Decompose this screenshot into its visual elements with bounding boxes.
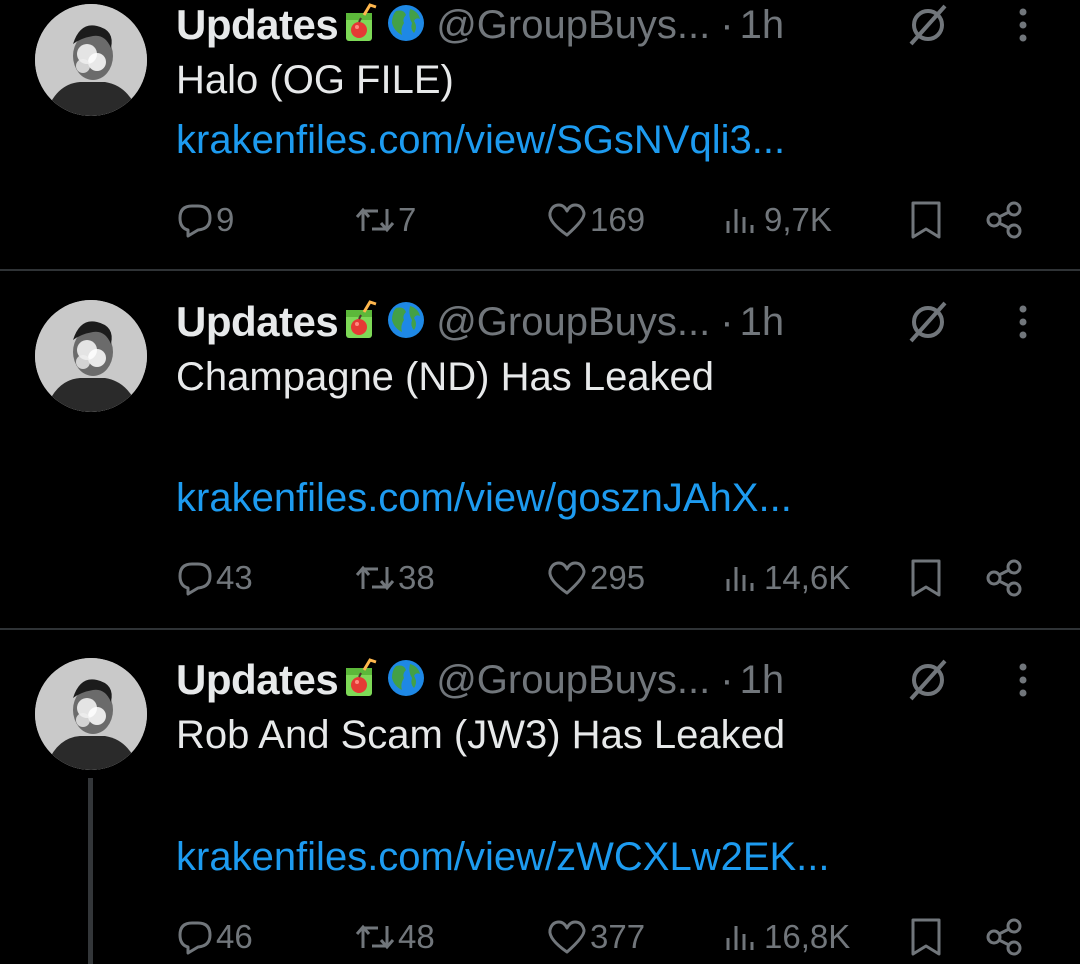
- view-count: 16,8K: [764, 918, 851, 955]
- avatar[interactable]: [35, 300, 147, 412]
- reply-icon: [178, 562, 212, 596]
- tweet-1[interactable]: Updates @GroupBuys... · 1h Halo (OG FILE…: [0, 0, 1080, 270]
- share-button[interactable]: [984, 553, 1026, 603]
- juice-box-icon: [342, 657, 378, 703]
- reply-button[interactable]: 9: [176, 195, 234, 245]
- views-icon: [726, 209, 754, 233]
- share-icon: [986, 559, 1022, 597]
- more-options-button[interactable]: [1008, 0, 1038, 50]
- like-count: 295: [590, 559, 646, 596]
- bookmark-icon: [911, 201, 941, 239]
- reply-count: 46: [216, 918, 253, 955]
- repost-count: 48: [398, 918, 435, 955]
- tweet-header: Updates @GroupBuys... · 1h: [176, 297, 784, 347]
- reply-count: 43: [216, 559, 253, 596]
- like-icon: [548, 203, 586, 237]
- tweet-text: Champagne (ND) Has Leaked: [176, 355, 715, 399]
- separator: ·: [720, 657, 734, 702]
- views-icon: [726, 567, 754, 591]
- repost-icon: [355, 207, 395, 233]
- tweet-header: Updates @GroupBuys... · 1h: [176, 0, 784, 50]
- username[interactable]: @GroupBuys...: [436, 3, 710, 48]
- separator: ·: [720, 2, 734, 47]
- tweet-link[interactable]: krakenfiles.com/view/gosznJAhX...: [176, 476, 792, 521]
- share-button[interactable]: [984, 912, 1026, 962]
- repost-count: 38: [398, 559, 435, 596]
- repost-button[interactable]: 48: [354, 912, 435, 962]
- like-button[interactable]: 169: [546, 195, 645, 245]
- globe-icon: [386, 300, 426, 345]
- like-count: 377: [590, 918, 646, 955]
- null-sign-icon: [905, 2, 951, 48]
- repost-button[interactable]: 38: [354, 553, 435, 603]
- username[interactable]: @GroupBuys...: [436, 300, 710, 345]
- like-button[interactable]: 295: [546, 553, 645, 603]
- share-icon: [986, 201, 1022, 239]
- tweet-link[interactable]: krakenfiles.com/view/SGsNVqli3...: [176, 118, 785, 163]
- globe-icon: [386, 3, 426, 48]
- reply-count: 9: [216, 201, 235, 238]
- view-count: 14,6K: [764, 559, 851, 596]
- views-button[interactable]: 9,7K: [722, 195, 832, 245]
- timestamp[interactable]: 1h: [740, 300, 785, 345]
- timestamp[interactable]: 1h: [740, 658, 785, 703]
- views-button[interactable]: 16,8K: [722, 912, 850, 962]
- tweet-actions: 43 38 295 14,6K: [0, 553, 1080, 603]
- share-icon: [986, 918, 1022, 956]
- timestamp[interactable]: 1h: [740, 3, 785, 48]
- null-sign-icon: [905, 657, 951, 703]
- like-button[interactable]: 377: [546, 912, 645, 962]
- tweet-2[interactable]: Updates @GroupBuys... · 1h Champagne (ND…: [0, 271, 1080, 628]
- tweet-header: Updates @GroupBuys... · 1h: [176, 655, 784, 705]
- like-icon: [548, 561, 586, 595]
- view-count: 9,7K: [764, 201, 832, 238]
- more-options-button[interactable]: [1008, 655, 1038, 705]
- username[interactable]: @GroupBuys...: [436, 658, 710, 703]
- repost-button[interactable]: 7: [354, 195, 416, 245]
- avatar[interactable]: [35, 658, 147, 770]
- display-name[interactable]: Updates: [176, 298, 339, 346]
- bookmark-icon: [911, 918, 941, 956]
- tweet-3[interactable]: Updates @GroupBuys... · 1h Rob And Scam …: [0, 630, 1080, 964]
- reply-icon: [178, 204, 212, 238]
- share-button[interactable]: [984, 195, 1026, 245]
- display-name[interactable]: Updates: [176, 1, 339, 49]
- juice-box-icon: [342, 2, 378, 48]
- bookmark-button[interactable]: [908, 195, 944, 245]
- tweet-text: Halo (OG FILE): [176, 58, 454, 102]
- tweet-text: Rob And Scam (JW3) Has Leaked: [176, 713, 786, 757]
- more-options-button[interactable]: [1008, 297, 1038, 347]
- views-button[interactable]: 14,6K: [722, 553, 850, 603]
- globe-icon: [386, 658, 426, 703]
- juice-box-icon: [342, 299, 378, 345]
- bookmark-icon: [911, 559, 941, 597]
- tweet-actions: 9 7 169 9,7K: [0, 195, 1080, 245]
- like-icon: [548, 920, 586, 954]
- repost-icon: [355, 924, 395, 950]
- repost-count: 7: [398, 201, 417, 238]
- tweet-actions: 46 48 377 16,8K: [0, 912, 1080, 962]
- views-icon: [726, 926, 754, 950]
- null-sign-icon: [905, 299, 951, 345]
- bookmark-button[interactable]: [908, 912, 944, 962]
- repost-icon: [355, 565, 395, 591]
- like-count: 169: [590, 201, 646, 238]
- reply-icon: [178, 921, 212, 955]
- display-name[interactable]: Updates: [176, 656, 339, 704]
- separator: ·: [720, 299, 734, 344]
- tweet-link[interactable]: krakenfiles.com/view/zWCXLw2EK...: [176, 835, 830, 880]
- bookmark-button[interactable]: [908, 553, 944, 603]
- reply-button[interactable]: 43: [176, 553, 253, 603]
- avatar[interactable]: [35, 4, 147, 116]
- reply-button[interactable]: 46: [176, 912, 253, 962]
